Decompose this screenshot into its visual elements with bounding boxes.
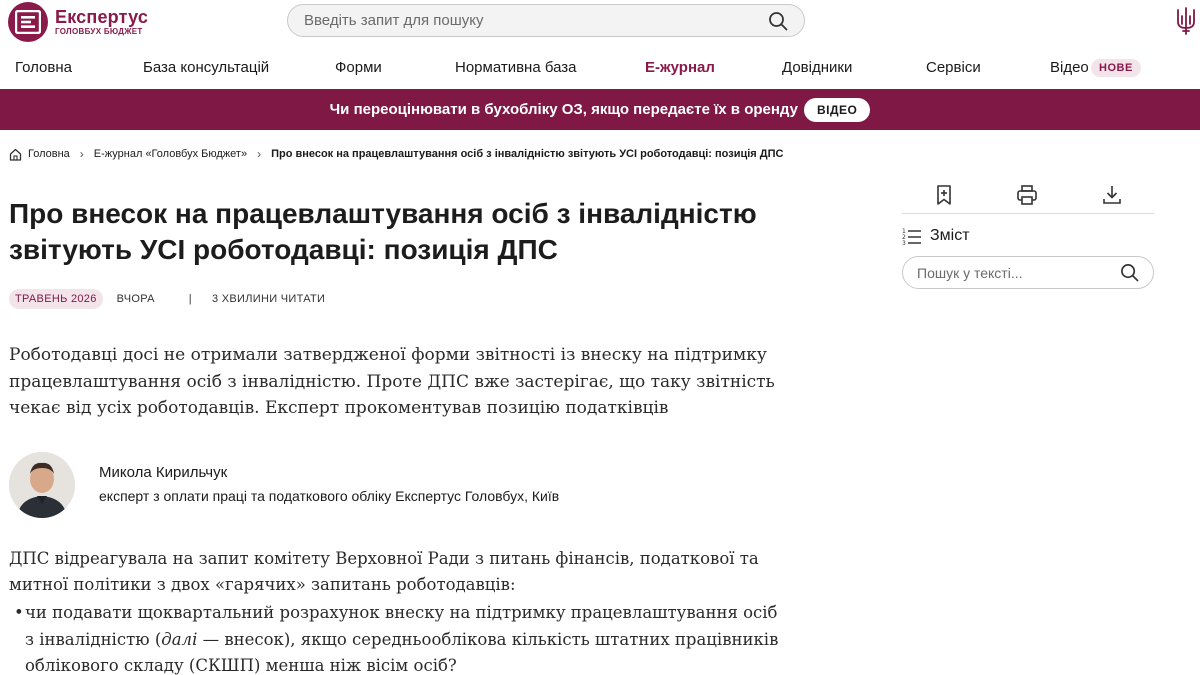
list-item: • чи подавати щоквартальний розрахунок в…: [9, 600, 779, 675]
banner-video-button[interactable]: ВІДЕО: [803, 97, 871, 122]
nav-item-regulatory[interactable]: Нормативна база: [455, 59, 577, 76]
breadcrumb: Головна › Е-журнал «Головбух Бюджет» › П…: [9, 147, 783, 161]
article-meta: ТРАВЕНЬ 2026 ВЧОРА | 3 ХВИЛИНИ ЧИТАТИ: [9, 289, 325, 309]
meta-separator: |: [188, 293, 192, 305]
search-icon[interactable]: [768, 11, 788, 31]
issue-date-tag[interactable]: ТРАВЕНЬ 2026: [9, 289, 103, 309]
article-lead: Роботодавці досі не отримали затверджено…: [9, 345, 775, 418]
banner-text[interactable]: Чи переоцінювати в бухобліку ОЗ, якщо пе…: [330, 101, 798, 118]
nav-item-consultations[interactable]: База консультацій: [143, 59, 269, 76]
main-nav: Головна База консультацій Форми Норматив…: [0, 52, 1200, 86]
author-role: експерт з оплати праці та податкового об…: [99, 488, 560, 504]
bullet-marker: •: [14, 603, 24, 622]
author-avatar[interactable]: [9, 452, 75, 518]
chevron-right-icon: ›: [79, 147, 84, 161]
print-icon[interactable]: [1016, 184, 1038, 206]
author-name[interactable]: Микола Кирильчук: [99, 464, 227, 481]
text-search-input[interactable]: Пошук у тексті...: [902, 256, 1154, 289]
article-title: Про внесок на працевлаштування осіб з ін…: [9, 198, 757, 265]
site-header: Експертус ГОЛОВБУХ БЮДЖЕТ Введіть запит …: [0, 0, 1200, 44]
text-search-placeholder: Пошук у тексті...: [917, 264, 1023, 281]
new-badge: НОВЕ: [1091, 59, 1141, 77]
site-search-input[interactable]: Введіть запит для пошуку: [287, 4, 805, 37]
nav-item-references[interactable]: Довідники: [782, 59, 852, 76]
chevron-right-icon: ›: [257, 147, 262, 161]
brand-name: Експертус: [55, 7, 149, 27]
breadcrumb-current: Про внесок на працевлаштування осіб з ін…: [271, 148, 784, 160]
nav-item-forms[interactable]: Форми: [335, 59, 382, 76]
nav-item-ejournal[interactable]: Е-журнал: [645, 59, 715, 76]
search-icon[interactable]: [1120, 263, 1139, 282]
nav-item-video[interactable]: Відео: [1050, 59, 1089, 76]
breadcrumb-section[interactable]: Е-журнал «Головбух Бюджет»: [94, 148, 247, 160]
read-time: 3 ХВИЛИНИ ЧИТАТИ: [211, 293, 326, 305]
list-numbered-icon: 1 2 3: [902, 228, 921, 246]
brand-logo[interactable]: Експертус ГОЛОВБУХ БЮДЖЕТ: [8, 2, 148, 42]
bullet-text-italic: далі: [161, 629, 198, 649]
nav-item-home[interactable]: Головна: [15, 59, 72, 76]
nav-item-services[interactable]: Сервіси: [926, 59, 981, 76]
download-icon[interactable]: [1101, 184, 1123, 206]
article-paragraph: ДПС відреагувала на запит комітету Верхо…: [9, 549, 759, 594]
table-of-contents-toggle[interactable]: 1 2 3 Зміст: [902, 226, 970, 246]
logo-icon: [8, 2, 48, 42]
brand-subtitle: ГОЛОВБУХ БЮДЖЕТ: [55, 27, 143, 36]
promo-banner[interactable]: Чи переоцінювати в бухобліку ОЗ, якщо пе…: [0, 89, 1200, 130]
search-placeholder: Введіть запит для пошуку: [304, 12, 484, 29]
breadcrumb-home[interactable]: Головна: [28, 148, 70, 160]
trident-icon: [1177, 7, 1195, 35]
home-icon[interactable]: [9, 148, 22, 161]
article-tools: [902, 182, 1154, 214]
bookmark-add-icon[interactable]: [933, 184, 955, 206]
toc-label: Зміст: [930, 227, 970, 244]
svg-text:3: 3: [902, 240, 906, 246]
published-when: ВЧОРА: [116, 293, 155, 305]
